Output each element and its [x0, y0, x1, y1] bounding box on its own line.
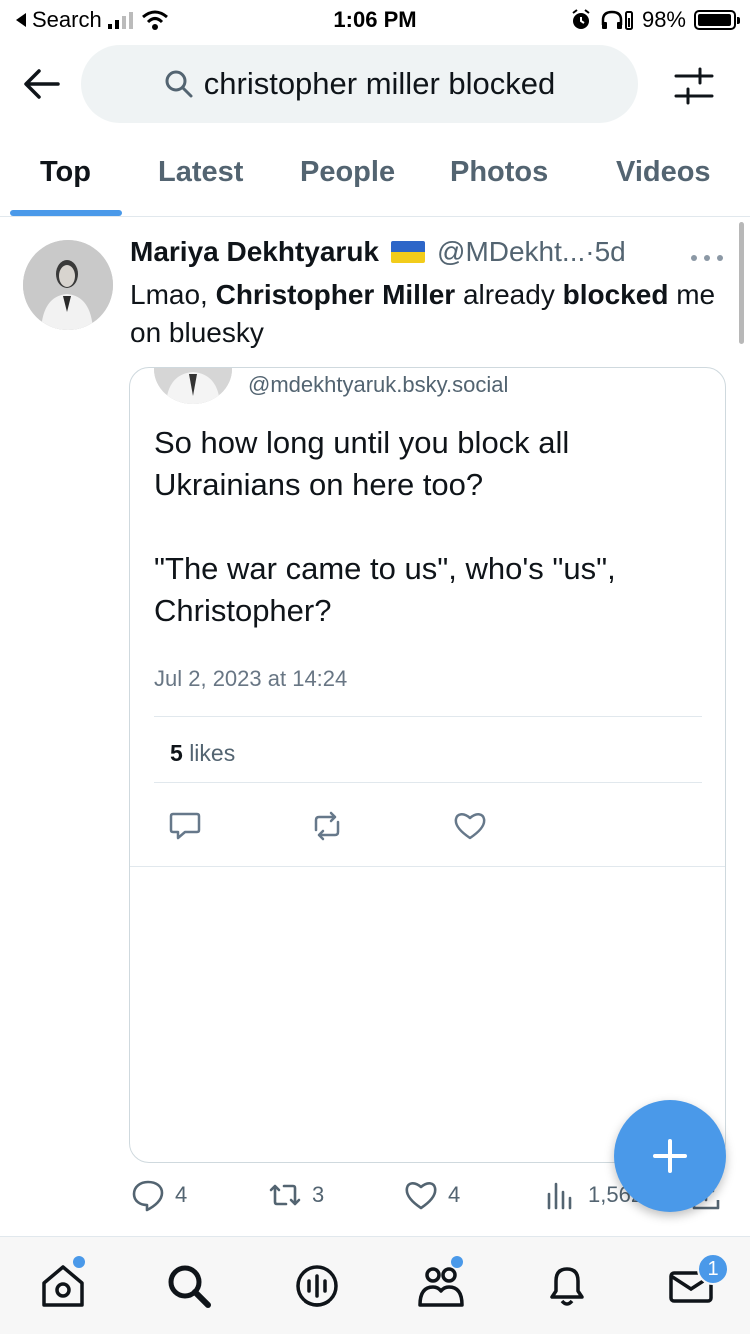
like-button[interactable]: 4	[404, 1178, 460, 1212]
embedded-post-date: Jul 2, 2023 at 14:24	[154, 666, 348, 691]
plus-icon	[653, 1139, 687, 1173]
embedded-avatar	[154, 368, 232, 404]
more-options-icon[interactable]	[690, 254, 724, 262]
home-unread-dot	[73, 1256, 85, 1268]
search-query: christopher miller blocked	[203, 66, 556, 101]
divider	[154, 716, 702, 717]
tab-people[interactable]: People	[300, 156, 395, 189]
home-icon[interactable]	[38, 1261, 88, 1311]
bottom-navigation: 1	[0, 1236, 750, 1334]
messages-badge: 1	[697, 1253, 729, 1285]
tab-photos[interactable]: Photos	[450, 156, 548, 189]
like-count: 4	[448, 1182, 461, 1207]
profile-photo	[154, 368, 232, 404]
ukraine-flag-icon	[391, 241, 426, 263]
tweet-text[interactable]: Lmao, Christopher Miller already blocked…	[130, 276, 720, 352]
embedded-likes-label: likes	[189, 740, 236, 766]
headphones-icon	[601, 10, 633, 30]
alarm-icon	[572, 9, 590, 29]
search-icon[interactable]	[164, 1261, 214, 1311]
embedded-post-image[interactable]: @mdekhtyaruk.bsky.social So how long unt…	[129, 367, 726, 1163]
tweet-text-bold: blocked	[562, 279, 669, 310]
magnifier-icon	[165, 70, 193, 98]
search-input[interactable]: christopher miller blocked	[81, 45, 638, 123]
search-header: christopher miller blocked	[0, 44, 750, 124]
separator: ·	[585, 236, 595, 267]
tweet-text-bold: Christopher Miller	[215, 279, 456, 310]
divider	[130, 866, 725, 867]
arrow-left-icon[interactable]	[20, 62, 64, 106]
tweet-header: Mariya Dekhtyaruk @MDekht... · 5d	[130, 236, 626, 268]
scrollbar[interactable]	[739, 222, 744, 344]
repost-icon	[314, 811, 340, 841]
embedded-likes: 5 likes	[170, 740, 235, 767]
embedded-likes-count: 5	[170, 740, 183, 766]
profile-photo	[23, 240, 113, 330]
retweet-button[interactable]: 3	[268, 1178, 324, 1212]
embedded-handle: @mdekhtyaruk.bsky.social	[248, 372, 509, 397]
reply-count: 4	[175, 1182, 188, 1207]
compose-tweet-button[interactable]	[614, 1100, 726, 1212]
divider	[154, 782, 702, 783]
status-bar: Search 1:06 PM 98%	[0, 0, 750, 40]
comment-icon	[169, 812, 201, 840]
retweet-count: 3	[312, 1182, 325, 1207]
battery-percent: 98%	[641, 7, 686, 32]
communities-icon[interactable]	[416, 1261, 466, 1311]
tab-videos[interactable]: Videos	[616, 156, 711, 189]
tab-latest[interactable]: Latest	[158, 156, 243, 189]
retweet-icon	[269, 1184, 301, 1206]
spaces-icon[interactable]	[292, 1261, 342, 1311]
tweet-age[interactable]: 5d	[595, 236, 626, 268]
heart-icon	[454, 813, 486, 840]
tweet-text-part: already	[455, 279, 563, 310]
tab-top[interactable]: Top	[40, 156, 91, 189]
tweet-text-part: Lmao,	[130, 279, 216, 310]
search-tabs: Top Latest People Photos Videos	[0, 140, 750, 217]
avatar[interactable]	[23, 240, 113, 330]
reply-button[interactable]: 4	[131, 1178, 187, 1212]
like-icon	[405, 1182, 437, 1210]
sliders-icon[interactable]	[672, 64, 716, 108]
author-name[interactable]: Mariya Dekhtyaruk	[130, 236, 379, 268]
battery-icon	[694, 10, 740, 30]
notifications-icon[interactable]	[542, 1261, 592, 1311]
author-handle[interactable]: @MDekht...	[437, 236, 585, 268]
reply-icon	[132, 1180, 164, 1212]
embedded-post-text: So how long until you block all Ukrainia…	[154, 425, 616, 628]
communities-unread-dot	[451, 1256, 463, 1268]
active-tab-indicator	[10, 210, 122, 216]
analytics-icon	[547, 1182, 572, 1210]
